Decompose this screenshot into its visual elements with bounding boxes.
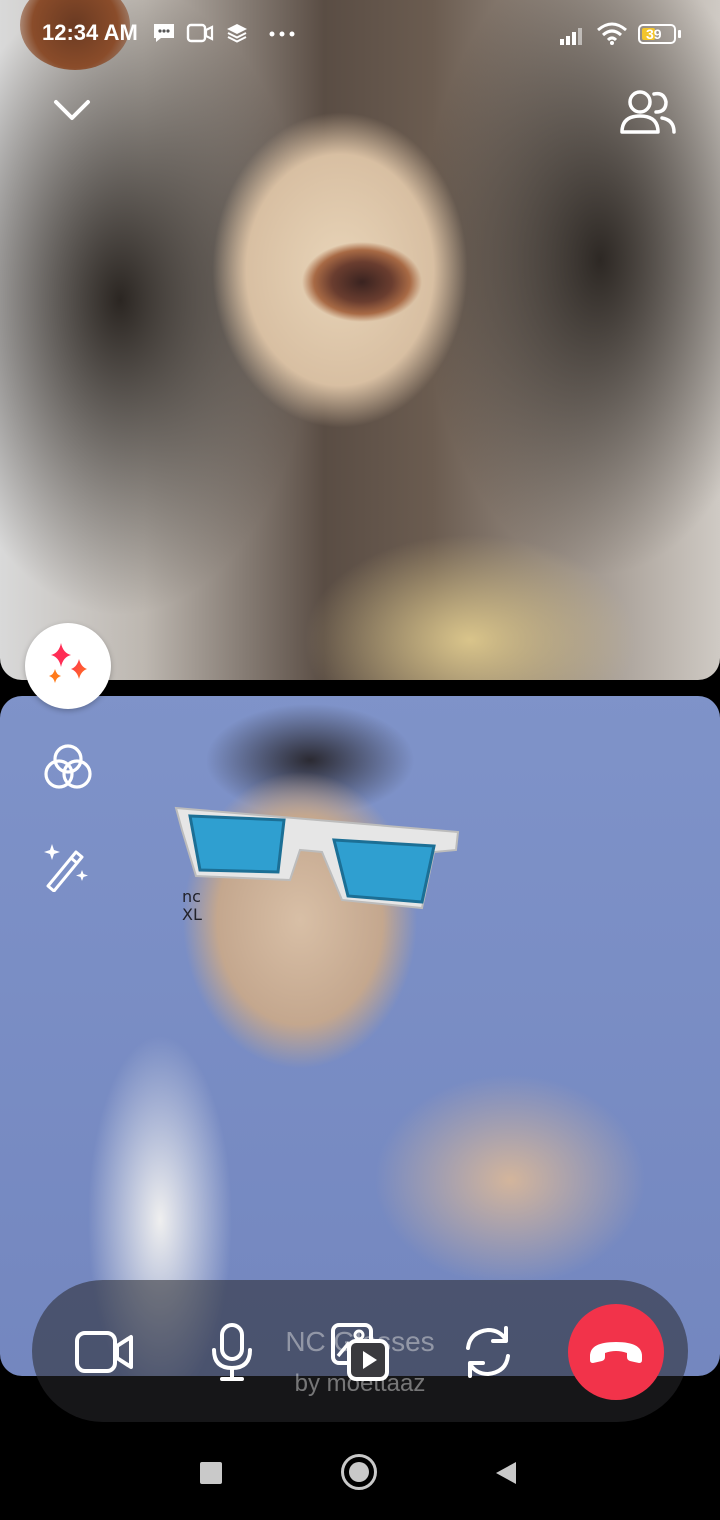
status-bar: 12:34 AM 39 — [0, 0, 720, 70]
face-tattoo: nc XL — [182, 887, 202, 924]
end-call-button[interactable] — [568, 1304, 664, 1400]
video-notification-icon — [186, 23, 214, 43]
effects-button[interactable] — [25, 623, 111, 709]
home-button-inner — [349, 1462, 369, 1482]
battery-level: 39 — [646, 26, 662, 42]
color-filter-icon[interactable] — [42, 742, 94, 792]
chevron-down-icon[interactable] — [52, 94, 92, 126]
sparkles-icon — [49, 643, 87, 683]
more-dots-icon — [269, 31, 295, 37]
camera-icon[interactable] — [74, 1328, 134, 1376]
status-time: 12:34 AM — [42, 20, 138, 45]
svg-text:nc: nc — [182, 887, 201, 906]
share-media-icon[interactable] — [330, 1322, 390, 1382]
navigation-bar — [0, 1422, 720, 1520]
sunglasses-filter — [174, 806, 460, 910]
microphone-icon[interactable] — [210, 1322, 254, 1382]
end-call-icon — [590, 1342, 642, 1363]
signal-icon — [560, 28, 582, 45]
battery-icon: 39 — [638, 24, 676, 44]
layers-notification-icon — [227, 24, 247, 43]
back-icon[interactable] — [494, 1460, 518, 1486]
svg-text:XL: XL — [182, 905, 202, 924]
magic-wand-icon[interactable] — [42, 840, 94, 892]
recent-apps-icon[interactable] — [200, 1462, 222, 1484]
wifi-icon — [597, 22, 627, 45]
participants-icon[interactable] — [618, 86, 678, 138]
dog-nose-filter — [262, 232, 462, 352]
remote-video[interactable] — [0, 0, 720, 680]
chat-notification-icon — [154, 24, 174, 42]
flip-camera-icon[interactable] — [460, 1324, 516, 1380]
home-button-icon[interactable] — [341, 1454, 377, 1490]
self-video[interactable]: nc XL — [0, 696, 720, 1376]
battery-tip — [678, 30, 681, 38]
